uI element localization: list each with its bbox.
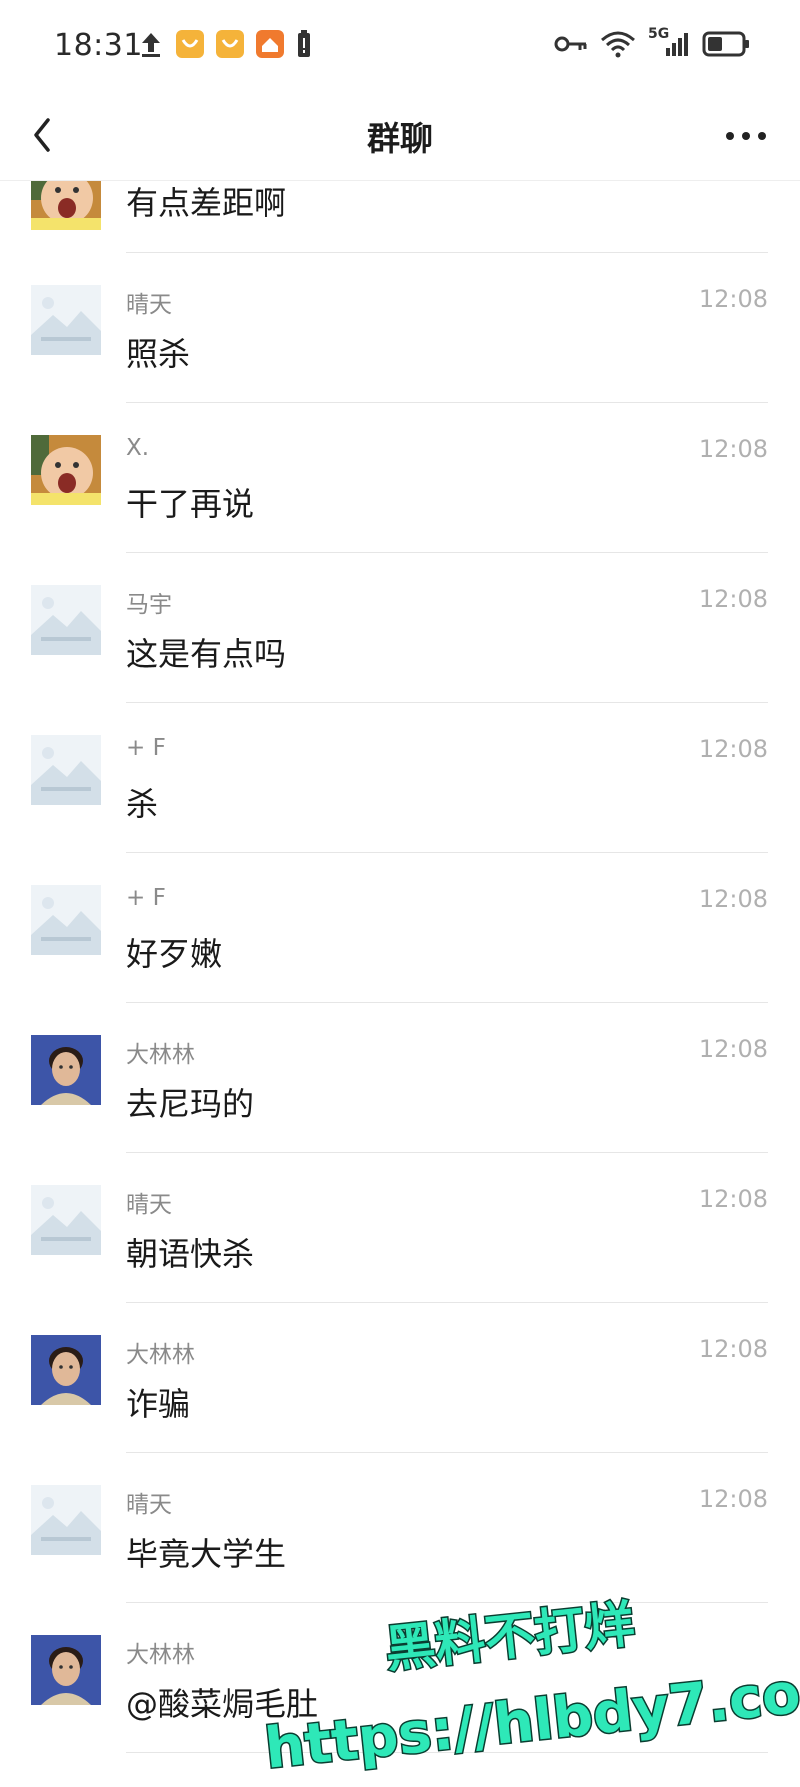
person-avatar-icon [31, 1035, 101, 1105]
avatar[interactable] [31, 735, 101, 805]
notification-icons [138, 30, 312, 58]
sender-name: 晴天 [126, 1192, 172, 1218]
network-type: 5G [648, 26, 690, 58]
key-icon [554, 36, 587, 52]
list-item[interactable]: 晴天 12:08 朝语快杀 [0, 1153, 800, 1303]
list-item[interactable]: 晴天 12:08 毕竟大学生 [0, 1453, 800, 1603]
system-icons: 5G [554, 26, 750, 58]
status-bar: 18:31 5G [0, 0, 800, 92]
more-options-button[interactable] [718, 108, 774, 162]
page-title: 群聊 [367, 119, 433, 158]
more-icon [726, 132, 766, 140]
image-placeholder-icon [31, 735, 101, 805]
person-avatar-icon [31, 1335, 101, 1405]
list-item[interactable]: + F 12:08 好歹嫩 [0, 853, 800, 1003]
message-text: 这是有点吗 [126, 635, 287, 673]
image-placeholder-icon [31, 285, 101, 355]
sender-name: 晴天 [126, 292, 172, 318]
status-time: 18:31 [54, 28, 143, 63]
message-text: 照杀 [126, 335, 191, 373]
image-placeholder-icon [31, 885, 101, 955]
app-notification-icon [176, 30, 204, 58]
upload-icon [142, 33, 160, 57]
divider [126, 1752, 768, 1753]
avatar[interactable] [31, 1185, 101, 1255]
person-avatar-icon [31, 1635, 101, 1705]
message-time: 12:08 [698, 885, 768, 913]
home-app-icon [256, 30, 284, 58]
message-time: 12:08 [698, 435, 768, 463]
image-placeholder-icon [31, 1185, 101, 1255]
message-time: 12:08 [698, 585, 768, 613]
avatar[interactable] [31, 180, 101, 230]
image-placeholder-icon [31, 1485, 101, 1555]
avatar[interactable] [31, 1485, 101, 1555]
message-text: 干了再说 [126, 485, 255, 523]
message-text: 朝语快杀 [126, 1235, 255, 1273]
message-time: 12:08 [698, 1035, 768, 1063]
message-text: 有点差距啊 [126, 184, 287, 222]
list-item[interactable]: 马宇 12:08 这是有点吗 [0, 553, 800, 703]
sender-name: 大林林 [126, 1042, 195, 1068]
app-notification-icon [216, 30, 244, 58]
message-time: 12:08 [698, 1485, 768, 1513]
message-text: 杀 [126, 785, 159, 823]
signal-icon [666, 33, 688, 56]
sender-name: X. [126, 435, 150, 461]
battery-alert-icon [298, 30, 310, 57]
avatar[interactable] [31, 585, 101, 655]
message-text: 诈骗 [126, 1385, 191, 1423]
message-text: 去尼玛的 [126, 1085, 255, 1123]
avatar[interactable] [31, 1035, 101, 1105]
image-placeholder-icon [31, 585, 101, 655]
sender-name: 晴天 [126, 1492, 172, 1518]
list-item[interactable]: + F 12:08 杀 [0, 703, 800, 853]
list-item[interactable]: 大林林 12:08 诈骗 [0, 1303, 800, 1453]
list-item[interactable]: X. 12:08 干了再说 [0, 403, 800, 553]
sender-name: + F [126, 885, 166, 911]
baby-avatar-icon [31, 180, 101, 230]
list-item[interactable]: 有点差距啊 [0, 180, 800, 253]
message-text: 毕竟大学生 [126, 1535, 287, 1573]
wifi-icon [601, 31, 635, 58]
avatar[interactable] [31, 885, 101, 955]
sender-name: 马宇 [126, 592, 172, 618]
message-time: 12:08 [698, 285, 768, 313]
message-list[interactable]: 有点差距啊 晴天 12:08 照杀 X. 12:08 干了再说 马宇 12:08… [0, 180, 800, 1787]
baby-avatar-icon [31, 435, 101, 505]
message-time: 12:08 [698, 735, 768, 763]
message-time: 12:08 [698, 1185, 768, 1213]
avatar[interactable] [31, 1635, 101, 1705]
list-item[interactable]: 大林林 @酸菜焗毛肚 [0, 1603, 800, 1753]
message-time: 12:08 [698, 1335, 768, 1363]
sender-name: 大林林 [126, 1342, 195, 1368]
avatar[interactable] [31, 435, 101, 505]
nav-header: 群聊 [0, 92, 800, 180]
list-item[interactable]: 大林林 12:08 去尼玛的 [0, 1003, 800, 1153]
avatar[interactable] [31, 285, 101, 355]
message-text: @酸菜焗毛肚 [126, 1685, 319, 1723]
sender-name: 大林林 [126, 1642, 195, 1668]
battery-icon [702, 31, 749, 57]
message-text: 好歹嫩 [126, 935, 223, 973]
list-item[interactable]: 晴天 12:08 照杀 [0, 253, 800, 403]
avatar[interactable] [31, 1335, 101, 1405]
sender-name: + F [126, 735, 166, 761]
